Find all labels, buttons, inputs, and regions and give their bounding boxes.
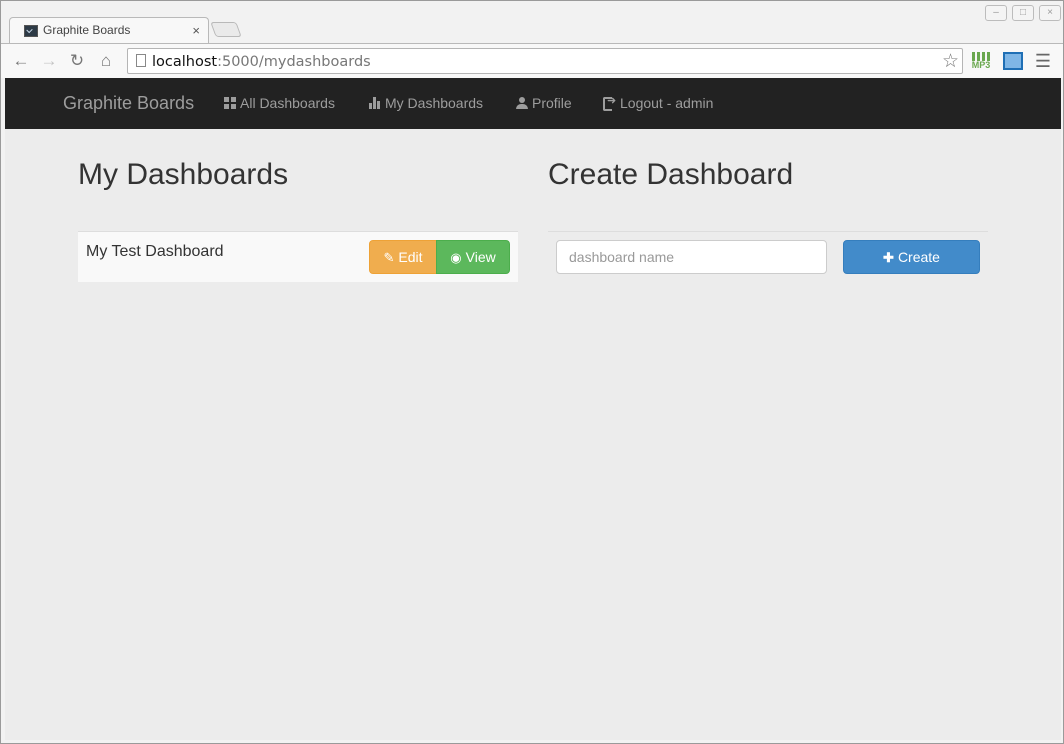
logout-icon [603,94,616,111]
nav-label: Profile [532,95,572,111]
back-arrow-icon[interactable]: ← [10,50,32,72]
grid-icon [224,97,236,109]
url-path: :5000/mydashboards [217,54,371,70]
create-label: Create [897,249,940,265]
user-icon [516,97,528,109]
page-icon [136,54,146,67]
new-tab-button[interactable] [210,22,242,37]
terminal-favicon-icon [24,25,38,37]
view-label: View [465,249,496,265]
dashboard-name: My Test Dashboard [86,243,224,260]
pencil-icon: ✎ [383,250,395,265]
nav-label: Logout - admin [620,95,714,111]
page-viewport: Graphite Boards All Dashboards My Dashbo… [5,78,1061,740]
close-window-button[interactable]: × [1039,5,1061,21]
dashboard-name-input[interactable] [556,240,827,274]
navbar: Graphite Boards All Dashboards My Dashbo… [5,78,1061,129]
brand-link[interactable]: Graphite Boards [63,93,194,114]
url-host: localhost [152,54,218,70]
bookmark-star-icon[interactable]: ☆ [942,50,959,73]
reload-icon[interactable]: ↻ [66,50,88,72]
browser-window: Graphite Boards × – □ × ← → ↻ ⌂ localhos… [0,0,1064,744]
forward-arrow-icon[interactable]: → [38,50,60,72]
tab-close-icon[interactable]: × [192,23,200,38]
eye-icon: ◉ [450,250,462,265]
browser-menu-icon[interactable]: ☰ [1033,50,1053,72]
nav-label: My Dashboards [385,95,484,111]
create-button[interactable]: ✚ Create [843,240,980,274]
divider [548,231,988,232]
nav-my-dashboards[interactable]: My Dashboards [369,95,483,111]
nav-profile[interactable]: Profile [516,95,572,111]
title-bar: Graphite Boards × – □ × [1,1,1063,44]
maximize-button[interactable]: □ [1012,5,1034,21]
view-button[interactable]: ◉ View [436,240,510,274]
bar-chart-icon [369,97,381,109]
nav-logout[interactable]: Logout - admin [603,94,714,111]
nav-all-dashboards[interactable]: All Dashboards [224,95,335,111]
browser-tab[interactable]: Graphite Boards × [9,17,209,44]
edit-label: Edit [398,249,423,265]
tab-title: Graphite Boards [43,23,131,37]
edit-button[interactable]: ✎ Edit [369,240,437,274]
dashboard-row: My Test Dashboard ✎ Edit ◉ View [78,231,518,282]
nav-label: All Dashboards [240,95,335,111]
mp3-extension-icon[interactable]: MP3 [970,50,992,72]
browser-toolbar: ← → ↻ ⌂ localhost:5000/mydashboards ☆ MP… [1,43,1063,78]
create-dashboard-heading: Create Dashboard [548,158,794,191]
address-bar[interactable]: localhost:5000/mydashboards ☆ [127,48,963,74]
image-extension-icon[interactable] [1003,52,1023,70]
my-dashboards-heading: My Dashboards [78,158,289,191]
url-text: localhost:5000/mydashboards [152,54,371,70]
minimize-button[interactable]: – [985,5,1007,21]
home-icon[interactable]: ⌂ [95,50,117,72]
plus-icon: ✚ [883,250,894,265]
